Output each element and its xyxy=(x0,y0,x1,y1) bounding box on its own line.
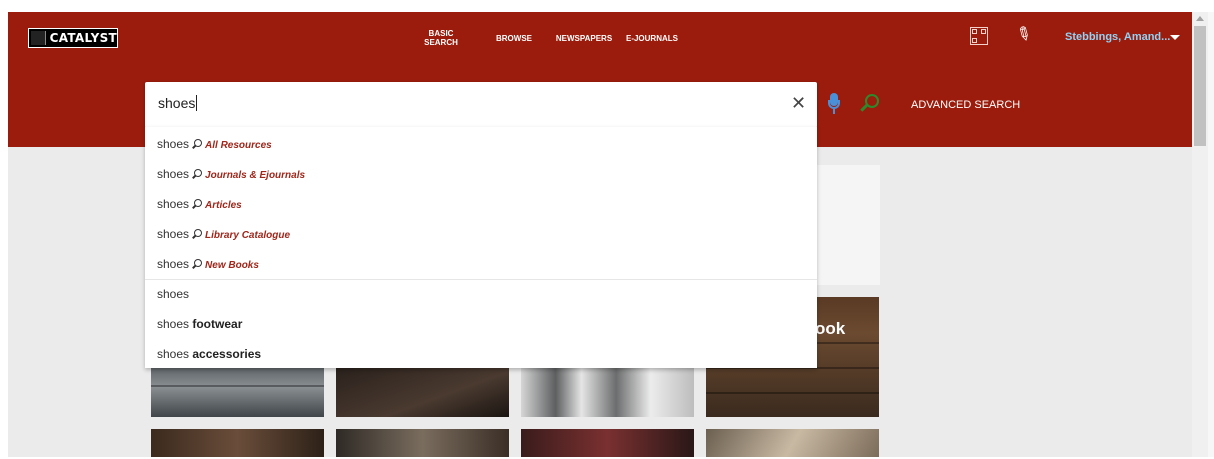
top-navigation-bar: CATALYST BASIC SEARCH BROWSE NEWSPAPERS … xyxy=(8,12,1192,64)
scrollbar-thumb[interactable] xyxy=(1194,26,1206,146)
search-icon xyxy=(192,229,203,239)
resource-tile[interactable] xyxy=(151,367,324,417)
page-viewport: CATALYST BASIC SEARCH BROWSE NEWSPAPERS … xyxy=(8,12,1192,457)
resource-tile[interactable] xyxy=(151,429,324,457)
completion-prefix: shoes xyxy=(157,347,193,361)
resource-tile[interactable] xyxy=(336,429,509,457)
nav-browse[interactable]: BROWSE xyxy=(488,12,540,64)
suggestion-term: shoes xyxy=(157,257,190,271)
search-query-text: shoes xyxy=(158,95,196,111)
suggestion-library-catalogue[interactable]: shoes Library Catalogue xyxy=(157,219,290,249)
resource-tile[interactable] xyxy=(521,429,694,457)
suggestion-scope: All Resources xyxy=(205,140,272,151)
autocomplete-dropdown: shoes All Resources shoes Journals & Ejour… xyxy=(145,127,817,368)
suggestion-scope: New Books xyxy=(205,260,259,271)
suggestion-articles[interactable]: shoes Articles xyxy=(157,189,242,219)
nav-e-journals[interactable]: E-JOURNALS xyxy=(620,12,684,64)
search-box[interactable]: shoes ✕ xyxy=(145,82,879,128)
vertical-scrollbar[interactable] xyxy=(1192,12,1208,457)
text-cursor xyxy=(196,95,198,111)
tile-label: ook xyxy=(815,319,846,338)
nav-newspapers-label: NEWSPAPERS xyxy=(555,33,613,43)
suggestion-scope: Articles xyxy=(205,200,242,211)
suggestion-all-resources[interactable]: shoes All Resources xyxy=(157,129,272,159)
search-icon xyxy=(192,199,203,209)
clear-icon[interactable]: ✕ xyxy=(791,94,806,112)
resource-tile[interactable] xyxy=(706,429,879,457)
nav-basic-search-label: BASIC SEARCH xyxy=(424,29,458,47)
advanced-search-link[interactable]: ADVANCED SEARCH xyxy=(911,99,1020,111)
pin-icon[interactable]: ✎ xyxy=(1012,22,1035,48)
suggestion-divider xyxy=(145,279,817,280)
resource-tile[interactable] xyxy=(336,367,509,417)
search-icon[interactable] xyxy=(859,94,881,116)
completion-item[interactable]: shoes footwear xyxy=(157,309,242,339)
completion-rest: footwear xyxy=(192,317,243,331)
search-icon xyxy=(192,259,203,269)
suggestion-scope: Journals & Ejournals xyxy=(205,170,306,181)
logo-text: CATALYST xyxy=(49,31,117,45)
search-icon xyxy=(192,139,203,149)
suggestion-journals[interactable]: shoes Journals & Ejournals xyxy=(157,159,305,189)
library-logo-mark xyxy=(31,31,46,45)
nav-newspapers[interactable]: NEWSPAPERS xyxy=(551,12,617,64)
suggestion-term: shoes xyxy=(157,227,190,241)
resource-tile[interactable] xyxy=(521,367,694,417)
suggestion-new-books[interactable]: shoes New Books xyxy=(157,249,259,279)
microphone-icon[interactable] xyxy=(828,93,840,115)
completion-rest: accessories xyxy=(192,347,262,361)
completion-prefix: shoes xyxy=(157,287,190,301)
qr-code-icon[interactable] xyxy=(970,27,988,45)
suggestion-term: shoes xyxy=(157,197,190,211)
nav-e-journals-label: E-JOURNALS xyxy=(625,33,678,43)
nav-browse-label: BROWSE xyxy=(496,33,532,43)
completion-item[interactable]: shoes xyxy=(157,279,189,309)
suggestion-scope: Library Catalogue xyxy=(205,230,291,241)
search-icon xyxy=(192,169,203,179)
suggestion-term: shoes xyxy=(157,137,190,151)
catalyst-logo[interactable]: CATALYST xyxy=(28,28,118,48)
scroll-up-icon[interactable] xyxy=(1196,16,1204,21)
chevron-down-icon[interactable] xyxy=(1170,35,1180,40)
window-edge xyxy=(1208,12,1214,457)
user-menu-name[interactable]: Stebbings, Amand... xyxy=(1065,31,1170,43)
nav-basic-search[interactable]: BASIC SEARCH xyxy=(414,12,468,64)
search-input[interactable]: shoes xyxy=(158,95,198,111)
completion-prefix: shoes xyxy=(157,317,193,331)
completion-item[interactable]: shoes accessories xyxy=(157,339,261,369)
suggestion-term: shoes xyxy=(157,167,190,181)
